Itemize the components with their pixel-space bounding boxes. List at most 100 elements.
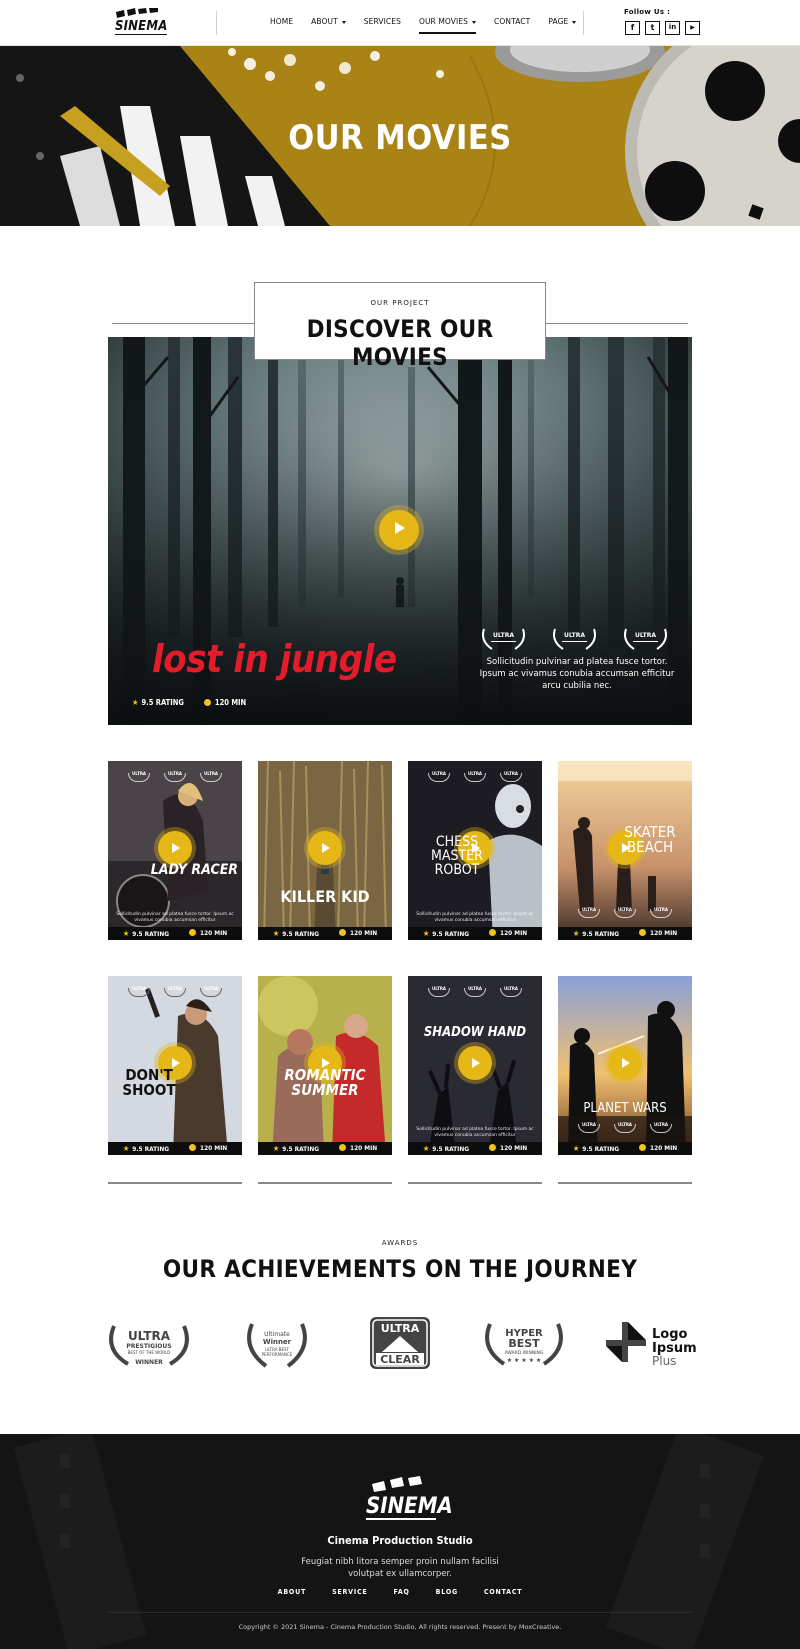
site-footer: SINEMA Cinema Production Studio Feugiat … xyxy=(0,1434,800,1649)
laurel-icon xyxy=(650,1122,672,1133)
rating-text: 9.5 RATING xyxy=(282,930,320,938)
rating: ★ 9.5 RATING xyxy=(132,698,184,707)
nav-our-movies[interactable]: OUR MOVIES xyxy=(418,17,477,35)
movie-card[interactable]: ROMANTIC SUMMER ★ 9.5 RATING 120 MIN xyxy=(258,976,392,1155)
awards-kicker: AWARDS xyxy=(381,1239,419,1247)
featured-movie-meta: ★ 9.5 RATING 120 MIN xyxy=(132,698,246,707)
linkedin-icon[interactable]: in xyxy=(665,21,680,35)
footer-link-contact[interactable]: CONTACT xyxy=(484,1588,522,1596)
youtube-icon[interactable]: ▶ xyxy=(685,21,700,35)
movie-card[interactable]: CHESS MASTER ROBOT Sollicitudin pulvinar… xyxy=(408,761,542,940)
clock-icon xyxy=(489,1144,497,1151)
duration-text: 120 MIN xyxy=(500,1144,528,1152)
nav-home-label: HOME xyxy=(270,17,294,26)
award-logo-text: BEST xyxy=(508,1337,540,1350)
header-divider xyxy=(216,11,217,35)
play-button[interactable] xyxy=(379,510,419,550)
duration: 120 MIN xyxy=(189,927,227,940)
nav-about-label: ABOUT xyxy=(311,17,338,26)
chevron-down-icon xyxy=(572,20,577,24)
star-icon: ★ xyxy=(122,1144,130,1153)
footer-link-about[interactable]: ABOUT xyxy=(278,1588,306,1596)
clock-icon xyxy=(639,929,647,936)
featured-movie-description: Sollicitudin pulvinar ad platea fusce to… xyxy=(479,657,675,691)
facebook-icon[interactable]: f xyxy=(625,21,640,35)
duration-text: 120 MIN xyxy=(650,1144,678,1152)
duration: 120 MIN xyxy=(339,927,377,940)
laurel-icon xyxy=(200,986,222,997)
duration: 120 MIN xyxy=(489,1142,527,1155)
card-awards xyxy=(108,771,242,782)
clapperboard-icon xyxy=(372,1476,422,1492)
rating-text: 9.5 RATING xyxy=(582,1145,620,1153)
site-header: SINEMA HOME ABOUT SERVICES OUR MOVIES CO… xyxy=(0,0,800,46)
footer-link-blog[interactable]: BLOG xyxy=(436,1588,458,1596)
svg-text:★ ★ ★ ★ ★: ★ ★ ★ ★ ★ xyxy=(507,1357,542,1364)
movie-title: DON'T SHOOT xyxy=(122,1066,176,1099)
duration-text: 120 MIN xyxy=(214,698,247,707)
duration: 120 MIN xyxy=(489,927,527,940)
clock-icon xyxy=(339,1144,347,1151)
movie-card[interactable]: DON'T SHOOT ★9.5 RATING 120 MIN xyxy=(108,976,242,1155)
nav-about[interactable]: ABOUT xyxy=(311,17,346,35)
site-logo[interactable]: SINEMA xyxy=(112,6,168,40)
nav-page-label: PAGE xyxy=(548,17,569,26)
award-logo-text: PRESTIGIOUS xyxy=(126,1343,171,1350)
movie-title: CHESS MASTER ROBOT xyxy=(431,834,483,878)
play-button[interactable] xyxy=(158,831,192,865)
nav-contact[interactable]: CONTACT xyxy=(494,17,530,35)
footer-link-service[interactable]: SERVICE xyxy=(332,1588,367,1596)
award-logo-text: Logo xyxy=(652,1327,688,1342)
social-links: f t in ▶ xyxy=(625,21,700,35)
logo-text: SINEMA xyxy=(115,19,168,35)
award-logo-text: BEST OF THE WORLD xyxy=(128,1350,171,1355)
card-divider xyxy=(558,1182,692,1184)
movie-card[interactable]: SHADOW HAND Sollicitudin pulvinar ad pla… xyxy=(408,976,542,1155)
rating: ★ 9.5 RATING xyxy=(273,927,319,940)
card-divider xyxy=(258,1182,392,1184)
movie-description: Sollicitudin pulvinar ad platea fusce to… xyxy=(416,1127,534,1138)
movie-meta: ★ 9.5 RATING 120 MIN xyxy=(258,927,392,940)
rating: ★ 9.5 RATING xyxy=(123,927,169,940)
award-logo: Logo Ipsum Plus xyxy=(606,1316,697,1370)
rating-text: 9.5 RATING xyxy=(432,1145,470,1153)
twitter-icon[interactable]: t xyxy=(645,21,660,35)
laurel-icon xyxy=(428,771,450,782)
featured-movie[interactable]: lost in jungle ★ 9.5 RATING 120 MIN ULTRA… xyxy=(108,337,692,725)
laurel-icon xyxy=(464,771,486,782)
laurel-award-icon: ULTRA xyxy=(620,625,671,651)
chevron-down-icon xyxy=(341,20,346,24)
movie-title: SHADOW HAND xyxy=(423,1025,527,1040)
footer-studio-name: Cinema Production Studio xyxy=(327,1534,473,1547)
play-button[interactable] xyxy=(608,1046,642,1080)
laurel-icon xyxy=(164,986,186,997)
nav-home[interactable]: HOME xyxy=(270,17,293,35)
duration-text: 120 MIN xyxy=(500,929,528,937)
footer-logo[interactable]: SINEMA xyxy=(366,1476,453,1526)
laurel-icon xyxy=(128,986,150,997)
nav-page[interactable]: PAGE xyxy=(548,17,577,35)
movie-card[interactable]: LADY RACER Sollicitudin pulvinar ad plat… xyxy=(108,761,242,940)
duration-text: 120 MIN xyxy=(650,929,678,937)
rating: ★ 9.5 RATING xyxy=(573,1142,619,1155)
play-button[interactable] xyxy=(458,1046,492,1080)
star-icon: ★ xyxy=(572,929,580,938)
footer-link-faq[interactable]: FAQ xyxy=(394,1588,410,1596)
movie-card[interactable]: PLANET WARS ★9.5 RATING 120 MIN xyxy=(558,976,692,1155)
laurel-icon xyxy=(428,986,450,997)
nav-services[interactable]: SERVICES xyxy=(364,17,401,35)
duration: 120 MIN xyxy=(639,927,677,940)
rating: ★ 9.5 RATING xyxy=(273,1142,319,1155)
movie-card[interactable]: SKATER BEACH ★9.5 RATING 120 MIN xyxy=(558,761,692,940)
footer-copyright: Copyright © 2021 Sinema - Cinema Product… xyxy=(238,1623,562,1631)
main-nav: HOME ABOUT SERVICES OUR MOVIES CONTACT P… xyxy=(270,17,594,35)
section-title: DISCOVER OUR MOVIES xyxy=(306,315,494,371)
nav-our-movies-label: OUR MOVIES xyxy=(418,17,469,26)
play-button[interactable] xyxy=(308,831,342,865)
rating-text: 9.5 RATING xyxy=(132,1145,170,1153)
laurel-icon: ULTRA PRESTIGIOUS BEST OF THE WORLD WINN… xyxy=(109,1325,189,1366)
movie-card[interactable]: KILLER KID ★ 9.5 RATING 120 MIN xyxy=(258,761,392,940)
footer-divider xyxy=(108,1612,692,1613)
clock-icon xyxy=(189,929,197,936)
clock-icon xyxy=(339,929,347,936)
